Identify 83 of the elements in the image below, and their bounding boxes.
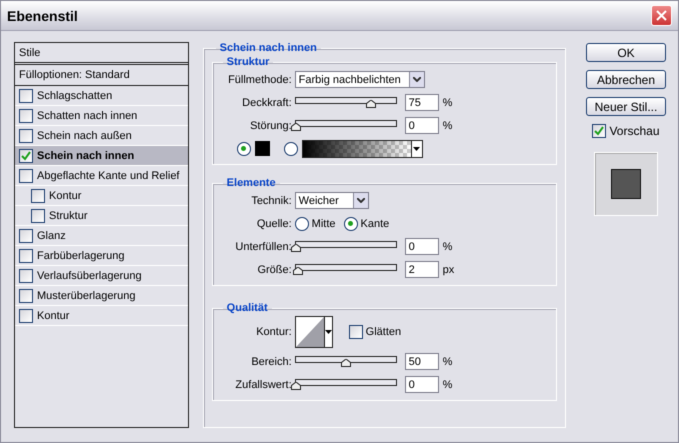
checkbox[interactable]: [348, 325, 363, 339]
style-list-item[interactable]: Struktur: [15, 206, 188, 226]
checkbox[interactable]: [19, 88, 33, 102]
value-field[interactable]: 0: [404, 376, 439, 393]
style-list-item[interactable]: Verlaufsüberlagerung: [15, 266, 188, 286]
field-label: Kontur:: [255, 326, 293, 338]
style-list-item[interactable]: Glanz: [15, 226, 188, 246]
value-field[interactable]: 0: [404, 117, 439, 134]
checkbox[interactable]: [19, 268, 33, 282]
field-label: Zufallswert:: [234, 378, 293, 390]
field-label: Unterfüllen:: [234, 240, 293, 252]
dialog-button[interactable]: OK: [586, 43, 666, 62]
radio-button[interactable]: [344, 216, 358, 230]
chevron-icon: [412, 77, 421, 82]
contour-picker[interactable]: [294, 316, 333, 348]
field-label: Störung:: [249, 120, 293, 132]
radio-option[interactable]: Kante: [344, 216, 390, 230]
radio-button[interactable]: [294, 216, 309, 230]
field-label: Quelle:: [256, 218, 293, 230]
field-label: Bereich:: [250, 356, 293, 368]
style-list-item[interactable]: Farbüberlagerung: [15, 246, 188, 266]
preview-square: [611, 169, 641, 199]
unit-label: %: [442, 120, 452, 132]
checkbox[interactable]: [19, 128, 33, 142]
checkbox[interactable]: [31, 208, 45, 222]
unit-label: %: [442, 356, 452, 368]
radio-button[interactable]: [236, 142, 251, 156]
value-field[interactable]: 2: [404, 261, 439, 278]
style-list-item[interactable]: Abgeflachte Kante und Relief: [15, 166, 188, 186]
unit-label: %: [442, 240, 452, 252]
checkbox[interactable]: [19, 148, 33, 162]
style-list-item[interactable]: Schein nach innen: [15, 146, 188, 166]
checkbox[interactable]: [31, 188, 45, 202]
close-icon: [656, 10, 667, 21]
close-button[interactable]: [651, 5, 672, 26]
unit-label: %: [442, 378, 452, 390]
section-title: Qualität: [226, 302, 269, 314]
checkbox[interactable]: [19, 228, 33, 242]
checkbox-option[interactable]: Vorschau: [592, 124, 660, 138]
field-label: Größe:: [256, 264, 293, 276]
unit-label: px: [442, 264, 454, 276]
section-title: Elemente: [226, 177, 277, 189]
dropdown[interactable]: Farbig nachbelichten: [294, 71, 425, 88]
style-list-item[interactable]: Schlagschatten: [15, 86, 188, 106]
dialog-button[interactable]: Neuer Stil...: [586, 97, 666, 116]
style-list-item[interactable]: Fülloptionen: Standard: [15, 65, 188, 86]
window-title: Ebenenstil: [7, 8, 78, 24]
checkbox[interactable]: [19, 308, 33, 322]
checkbox-option[interactable]: Glätten: [348, 325, 402, 339]
caret-icon: [413, 146, 420, 150]
style-list-item[interactable]: Kontur: [15, 186, 188, 206]
checkbox[interactable]: [19, 288, 33, 302]
caret-icon: [324, 330, 332, 334]
gradient-picker[interactable]: [302, 140, 423, 158]
checkbox[interactable]: [19, 168, 33, 182]
list-header: Stile: [15, 43, 188, 65]
field-label: Füllmethode:: [227, 74, 293, 86]
style-list-item[interactable]: Schatten nach innen: [15, 106, 188, 126]
group-title: Schein nach innen: [218, 42, 318, 54]
style-list-item[interactable]: Kontur: [15, 306, 188, 326]
slider-thumb[interactable]: [290, 123, 301, 131]
value-field[interactable]: 0: [404, 238, 439, 255]
value-field[interactable]: 50: [404, 353, 439, 370]
checkbox[interactable]: [592, 124, 606, 138]
radio-option[interactable]: Mitte: [294, 216, 336, 230]
field-label: Technik:: [250, 194, 293, 206]
unit-label: %: [442, 96, 452, 108]
field-label: Deckkraft:: [241, 96, 293, 108]
slider-thumb[interactable]: [290, 382, 301, 390]
style-list-item[interactable]: Musterüberlagerung: [15, 286, 188, 306]
checkbox[interactable]: [19, 108, 33, 122]
checkbox[interactable]: [19, 248, 33, 262]
slider-thumb[interactable]: [290, 244, 301, 252]
color-swatch[interactable]: [254, 141, 270, 156]
slider-thumb[interactable]: [340, 359, 351, 367]
dropdown[interactable]: Weicher: [294, 192, 369, 209]
value-field[interactable]: 75: [404, 94, 439, 111]
radio-button[interactable]: [284, 142, 298, 156]
section-title: Struktur: [226, 56, 270, 68]
dialog-button[interactable]: Abbrechen: [586, 70, 666, 89]
chevron-icon: [356, 198, 365, 203]
slider-thumb[interactable]: [292, 267, 303, 275]
slider-thumb[interactable]: [366, 100, 376, 108]
